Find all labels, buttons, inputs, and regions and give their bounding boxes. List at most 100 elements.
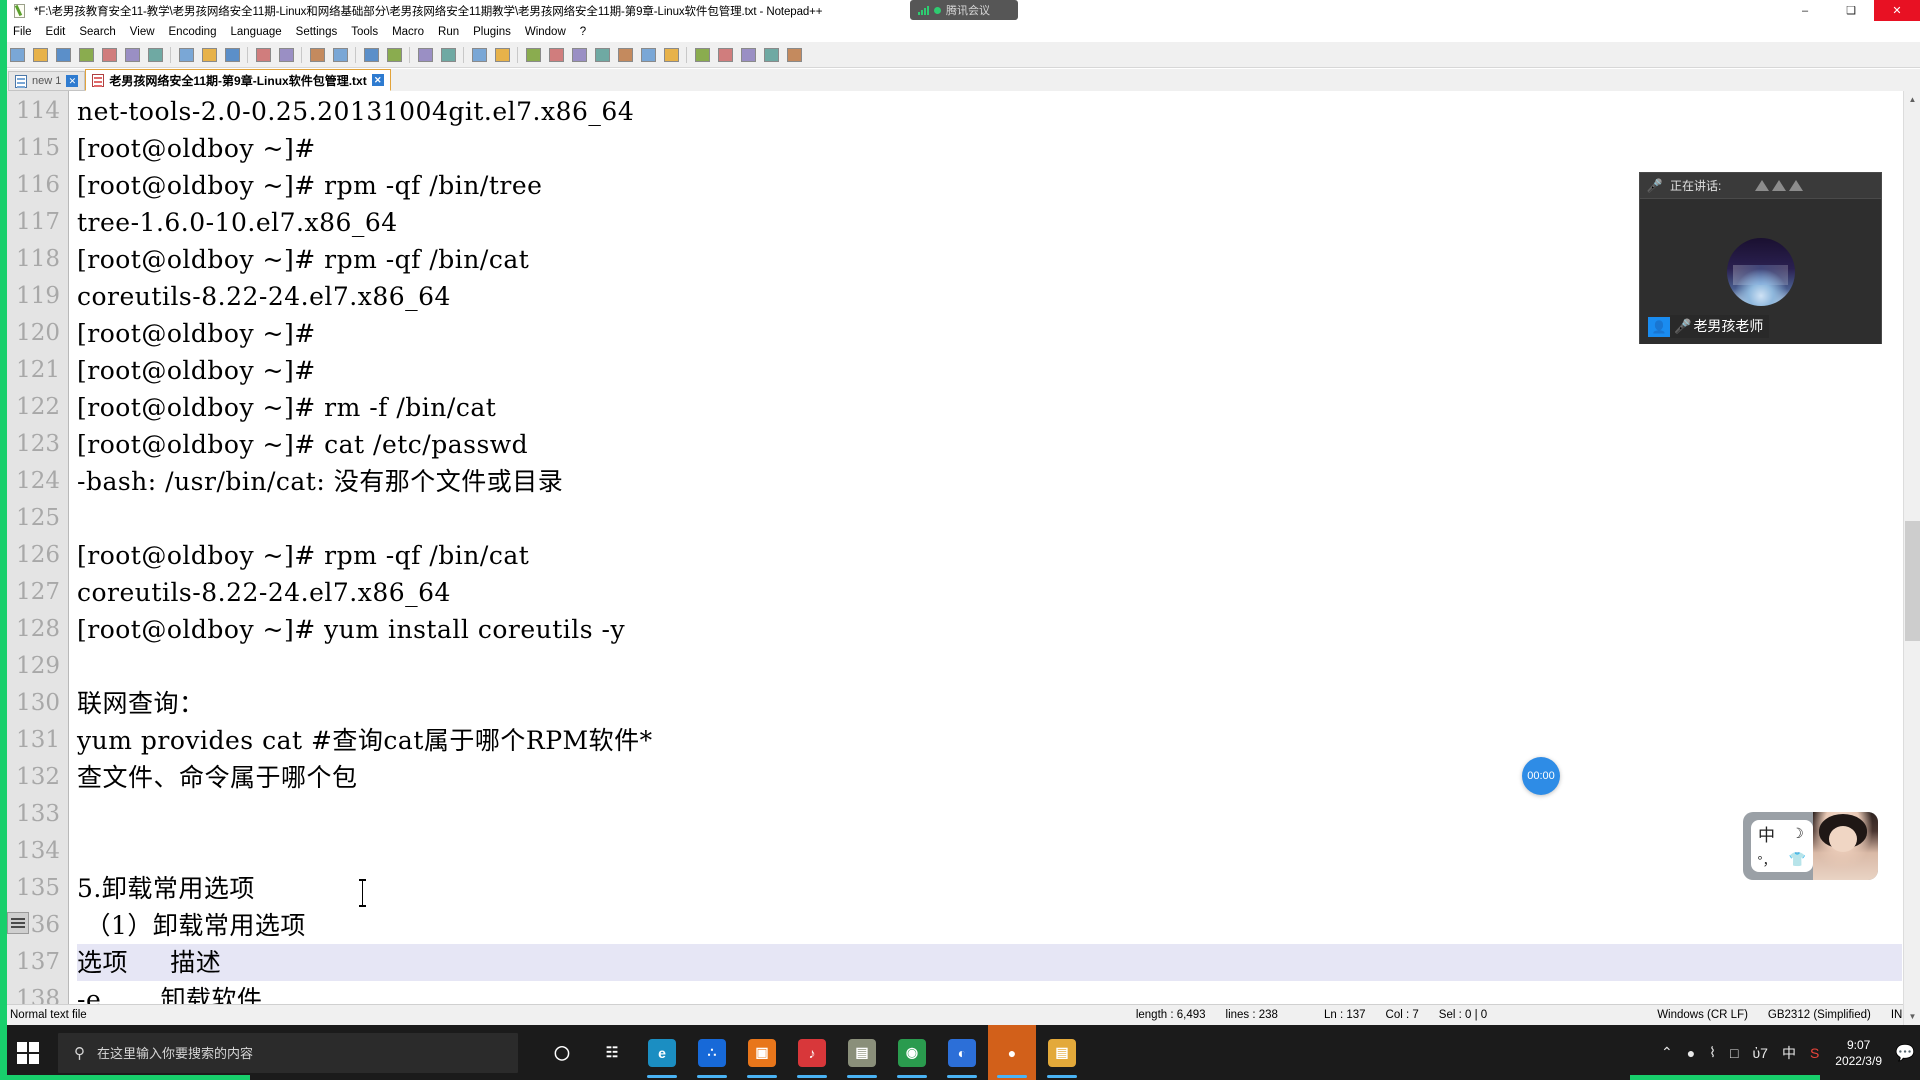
code-line[interactable]: [root@oldboy ~]# rpm -qf /bin/tree xyxy=(77,167,1902,204)
ui-hide-icon[interactable] xyxy=(545,44,567,66)
print-icon[interactable] xyxy=(144,44,166,66)
save-all-icon[interactable] xyxy=(75,44,97,66)
redo-icon[interactable] xyxy=(275,44,297,66)
close-file-icon[interactable] xyxy=(98,44,120,66)
tab-close-icon[interactable]: ✕ xyxy=(371,74,384,86)
ime-mode-label[interactable]: 中 xyxy=(1758,821,1775,846)
close-all-icon[interactable] xyxy=(121,44,143,66)
show-all-chars-icon[interactable] xyxy=(491,44,513,66)
code-line[interactable]: [root@oldboy ~]# rpm -qf /bin/cat xyxy=(77,537,1902,574)
taskbar-clock[interactable]: 9:07 2022/3/9 xyxy=(1827,1037,1890,1069)
code-line[interactable] xyxy=(77,500,1902,537)
zoom-out-icon[interactable] xyxy=(383,44,405,66)
scroll-up-arrow-icon[interactable]: ▲ xyxy=(1904,91,1920,108)
qq-icon[interactable]: ● xyxy=(988,1025,1036,1080)
ime-panel[interactable]: 中 ☽ °， 👕 xyxy=(1751,820,1813,872)
microphone-icon[interactable]: 🎤 xyxy=(1647,178,1663,194)
menu-item-edit[interactable]: Edit xyxy=(39,24,73,40)
menu-item-plugins[interactable]: Plugins xyxy=(466,24,518,40)
notification-center-icon[interactable]: 💬 xyxy=(1890,1025,1920,1080)
code-line[interactable]: [root@oldboy ~]# xyxy=(77,315,1902,352)
zoom-in-icon[interactable] xyxy=(360,44,382,66)
document-map-icon[interactable] xyxy=(591,44,613,66)
meeting-timer-bubble[interactable]: 00:00 xyxy=(1522,757,1560,795)
cut-icon[interactable] xyxy=(175,44,197,66)
antivirus-shield-icon[interactable]: ● xyxy=(1687,1045,1695,1061)
menu-item-view[interactable]: View xyxy=(123,24,162,40)
menu-item-language[interactable]: Language xyxy=(223,24,288,40)
open-file-icon[interactable] xyxy=(29,44,51,66)
scrollbar-thumb[interactable] xyxy=(1905,521,1920,641)
save-macro-icon[interactable] xyxy=(783,44,805,66)
code-line[interactable]: [root@oldboy ~]# rpm -qf /bin/cat xyxy=(77,241,1902,278)
menu-item-run[interactable]: Run xyxy=(431,24,466,40)
code-line[interactable]: [root@oldboy ~]# cat /etc/passwd xyxy=(77,426,1902,463)
tencent-meeting-icon[interactable]: ◐ xyxy=(938,1025,986,1080)
code-text-area[interactable]: net-tools-2.0-0.25.20131004git.el7.x86_6… xyxy=(69,91,1902,1025)
run-macro-multiple-icon[interactable] xyxy=(760,44,782,66)
scroll-down-arrow-icon[interactable]: ▼ xyxy=(1904,1008,1920,1025)
copy-icon[interactable] xyxy=(198,44,220,66)
ime-status-widget[interactable]: 中 ☽ °， 👕 xyxy=(1743,812,1878,880)
editor-tab[interactable]: new 1 ✕ xyxy=(8,71,86,91)
microsoft-edge-icon[interactable]: e xyxy=(638,1025,686,1080)
code-line[interactable]: coreutils-8.22-24.el7.x86_64 xyxy=(77,278,1902,315)
sync-horizontal-icon[interactable] xyxy=(437,44,459,66)
close-button[interactable]: ✕ xyxy=(1874,0,1920,21)
replace-icon[interactable] xyxy=(329,44,351,66)
playback-macro-icon[interactable] xyxy=(737,44,759,66)
file-explorer-icon[interactable]: ▤ xyxy=(1038,1025,1086,1080)
code-line[interactable] xyxy=(77,833,1902,870)
code-line[interactable]: net-tools-2.0-0.25.20131004git.el7.x86_6… xyxy=(77,93,1902,130)
vertical-scrollbar[interactable]: ▲ ▼ xyxy=(1903,91,1920,1025)
video-conference-widget[interactable]: 🎤 正在讲话: 👤 🎤 老男孩老师 xyxy=(1639,172,1882,344)
maximize-button[interactable]: ❑ xyxy=(1828,0,1874,21)
menu-item-tools[interactable]: Tools xyxy=(344,24,385,40)
network-icon[interactable]: □ xyxy=(1730,1045,1738,1061)
code-line[interactable]: [root@oldboy ~]# yum install coreutils -… xyxy=(77,611,1902,648)
google-chrome-icon[interactable]: ◉ xyxy=(888,1025,936,1080)
show-hidden-icons-chevron[interactable]: ⌃ xyxy=(1661,1044,1673,1061)
cortana-icon[interactable]: ◯ xyxy=(538,1025,586,1080)
code-line[interactable]: [root@oldboy ~]# rm -f /bin/cat xyxy=(77,389,1902,426)
peak-app-icon[interactable]: ∴ xyxy=(688,1025,736,1080)
code-line[interactable] xyxy=(77,796,1902,833)
code-line[interactable]: yum provides cat #查询cat属于哪个RPM软件* xyxy=(77,722,1902,759)
ime-moon-icon[interactable]: ☽ xyxy=(1791,825,1804,842)
save-icon[interactable] xyxy=(52,44,74,66)
sync-vertical-icon[interactable] xyxy=(414,44,436,66)
code-line[interactable]: coreutils-8.22-24.el7.x86_64 xyxy=(77,574,1902,611)
menu-item-window[interactable]: Window xyxy=(518,24,573,40)
menu-item-encoding[interactable]: Encoding xyxy=(162,24,224,40)
paste-icon[interactable] xyxy=(221,44,243,66)
ime-skin-icon[interactable]: 👕 xyxy=(1789,851,1806,868)
menu-item-settings[interactable]: Settings xyxy=(289,24,345,40)
menu-item-macro[interactable]: Macro xyxy=(385,24,431,40)
code-line[interactable]: 联网查询： xyxy=(77,685,1902,722)
menu-item--[interactable]: ? xyxy=(573,24,593,40)
record-macro-icon[interactable] xyxy=(691,44,713,66)
ime-punctuation-icon[interactable]: °， xyxy=(1757,850,1775,869)
code-line[interactable]: 5.卸载常用选项 xyxy=(77,870,1902,907)
minimize-button[interactable]: – xyxy=(1782,0,1828,21)
stop-macro-icon[interactable] xyxy=(714,44,736,66)
volume-muted-icon[interactable]: ὐ7 xyxy=(1752,1045,1767,1061)
tab-close-icon[interactable]: ✕ xyxy=(66,75,79,87)
code-line[interactable]: tree-1.6.0-10.el7.x86_64 xyxy=(77,204,1902,241)
new-file-icon[interactable] xyxy=(6,44,28,66)
undo-icon[interactable] xyxy=(252,44,274,66)
find-icon[interactable] xyxy=(306,44,328,66)
start-button[interactable] xyxy=(0,1025,56,1080)
sogou-input-icon[interactable]: S xyxy=(1810,1045,1819,1061)
code-line[interactable]: [root@oldboy ~]# xyxy=(77,352,1902,389)
monitoring-icon[interactable] xyxy=(660,44,682,66)
netease-music-icon[interactable]: ♪ xyxy=(788,1025,836,1080)
function-list-icon[interactable] xyxy=(614,44,636,66)
code-line[interactable]: [root@oldboy ~]# xyxy=(77,130,1902,167)
code-line[interactable]: -bash: /usr/bin/cat: 没有那个文件或目录 xyxy=(77,463,1902,500)
editor-tab-active[interactable]: 老男孩网络安全11期-第9章-Linux软件包管理.txt ✕ xyxy=(85,69,391,91)
code-line[interactable]: 查文件、命令属于哪个包 xyxy=(77,759,1902,796)
document-fold-marker[interactable] xyxy=(7,912,29,934)
wps-office-icon[interactable]: ▣ xyxy=(738,1025,786,1080)
microphone-tray-icon[interactable]: ⌇ xyxy=(1709,1044,1716,1061)
